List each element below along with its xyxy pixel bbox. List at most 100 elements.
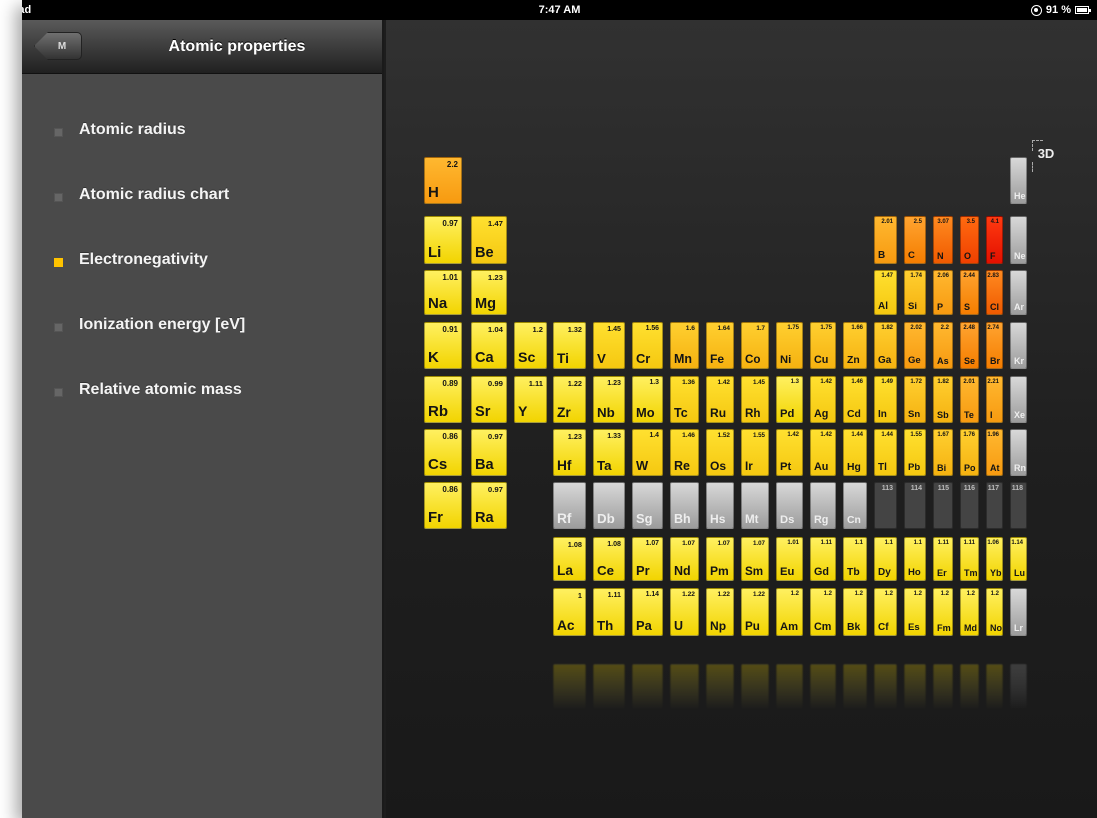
element-cell-114[interactable]: 114 bbox=[904, 482, 926, 529]
element-cell-ra[interactable]: 0.97 Ra bbox=[471, 482, 507, 529]
element-cell-tm[interactable]: 1.11 Tm bbox=[960, 537, 979, 581]
element-cell-v[interactable]: 1.45 V bbox=[593, 322, 625, 369]
element-cell-ru[interactable]: 1.42 Ru bbox=[706, 376, 734, 423]
element-cell-zr[interactable]: 1.22 Zr bbox=[553, 376, 586, 423]
element-cell-sg[interactable]: Sg bbox=[632, 482, 663, 529]
element-cell-kr[interactable]: Kr bbox=[1010, 322, 1027, 369]
element-cell-co[interactable]: 1.7 Co bbox=[741, 322, 769, 369]
element-cell-cf[interactable]: 1.2 Cf bbox=[874, 588, 897, 636]
element-cell-al[interactable]: 1.47 Al bbox=[874, 270, 897, 315]
element-cell-nb[interactable]: 1.23 Nb bbox=[593, 376, 625, 423]
element-cell-md[interactable]: 1.2 Md bbox=[960, 588, 979, 636]
element-cell-be[interactable]: 1.47 Be bbox=[471, 216, 507, 264]
element-cell-se[interactable]: 2.48 Se bbox=[960, 322, 979, 369]
element-cell-si[interactable]: 1.74 Si bbox=[904, 270, 926, 315]
element-cell-as[interactable]: 2.2 As bbox=[933, 322, 953, 369]
element-cell-bi[interactable]: 1.67 Bi bbox=[933, 429, 953, 476]
element-cell-o[interactable]: 3.5 O bbox=[960, 216, 979, 264]
element-cell-tb[interactable]: 1.1 Tb bbox=[843, 537, 867, 581]
element-cell-np[interactable]: 1.22 Np bbox=[706, 588, 734, 636]
element-cell-ir[interactable]: 1.55 Ir bbox=[741, 429, 769, 476]
element-cell-ac[interactable]: 1 Ac bbox=[553, 588, 586, 636]
element-cell-at[interactable]: 1.96 At bbox=[986, 429, 1003, 476]
element-cell-ba[interactable]: 0.97 Ba bbox=[471, 429, 507, 476]
element-cell-rg[interactable]: Rg bbox=[810, 482, 836, 529]
element-cell-hg[interactable]: 1.44 Hg bbox=[843, 429, 867, 476]
element-cell-116[interactable]: 116 bbox=[960, 482, 979, 529]
element-cell-ag[interactable]: 1.42 Ag bbox=[810, 376, 836, 423]
element-cell-xe[interactable]: Xe bbox=[1010, 376, 1027, 423]
element-cell-in[interactable]: 1.49 In bbox=[874, 376, 897, 423]
element-cell-fm[interactable]: 1.2 Fm bbox=[933, 588, 953, 636]
element-cell-lu[interactable]: 1.14 Lu bbox=[1010, 537, 1027, 581]
element-cell-cu[interactable]: 1.75 Cu bbox=[810, 322, 836, 369]
element-cell-ca[interactable]: 1.04 Ca bbox=[471, 322, 507, 369]
element-cell-115[interactable]: 115 bbox=[933, 482, 953, 529]
element-cell-lr[interactable]: Lr bbox=[1010, 588, 1027, 636]
back-button[interactable]: M bbox=[34, 32, 82, 60]
property-item-electronegativity[interactable]: Electronegativity bbox=[22, 248, 382, 313]
element-cell-cm[interactable]: 1.2 Cm bbox=[810, 588, 836, 636]
element-cell-pd[interactable]: 1.3 Pd bbox=[776, 376, 803, 423]
element-cell-eu[interactable]: 1.01 Eu bbox=[776, 537, 803, 581]
property-item-atomic-radius[interactable]: Atomic radius bbox=[22, 118, 382, 183]
element-cell-h[interactable]: 2.2 H bbox=[424, 157, 462, 204]
element-cell-k[interactable]: 0.91 K bbox=[424, 322, 462, 369]
element-cell-mt[interactable]: Mt bbox=[741, 482, 769, 529]
element-cell-sr[interactable]: 0.99 Sr bbox=[471, 376, 507, 423]
element-cell-sm[interactable]: 1.07 Sm bbox=[741, 537, 769, 581]
element-cell-ni[interactable]: 1.75 Ni bbox=[776, 322, 803, 369]
element-cell-ar[interactable]: Ar bbox=[1010, 270, 1027, 315]
element-cell-ho[interactable]: 1.1 Ho bbox=[904, 537, 926, 581]
element-cell-sc[interactable]: 1.2 Sc bbox=[514, 322, 547, 369]
element-cell-113[interactable]: 113 bbox=[874, 482, 897, 529]
element-cell-am[interactable]: 1.2 Am bbox=[776, 588, 803, 636]
element-cell-es[interactable]: 1.2 Es bbox=[904, 588, 926, 636]
element-cell-br[interactable]: 2.74 Br bbox=[986, 322, 1003, 369]
element-cell-pa[interactable]: 1.14 Pa bbox=[632, 588, 663, 636]
element-cell-au[interactable]: 1.42 Au bbox=[810, 429, 836, 476]
element-cell-th[interactable]: 1.11 Th bbox=[593, 588, 625, 636]
element-cell-y[interactable]: 1.11 Y bbox=[514, 376, 547, 423]
element-cell-zn[interactable]: 1.66 Zn bbox=[843, 322, 867, 369]
element-cell-p[interactable]: 2.06 P bbox=[933, 270, 953, 315]
element-cell-re[interactable]: 1.46 Re bbox=[670, 429, 699, 476]
property-item-relative-atomic-mass[interactable]: Relative atomic mass bbox=[22, 378, 382, 443]
element-cell-ta[interactable]: 1.33 Ta bbox=[593, 429, 625, 476]
element-cell-te[interactable]: 2.01 Te bbox=[960, 376, 979, 423]
element-cell-cr[interactable]: 1.56 Cr bbox=[632, 322, 663, 369]
3d-toggle-button[interactable]: 3D bbox=[1028, 130, 1064, 176]
element-cell-rf[interactable]: Rf bbox=[553, 482, 586, 529]
element-cell-c[interactable]: 2.5 C bbox=[904, 216, 926, 264]
element-cell-cd[interactable]: 1.46 Cd bbox=[843, 376, 867, 423]
element-cell-b[interactable]: 2.01 B bbox=[874, 216, 897, 264]
element-cell-ne[interactable]: Ne bbox=[1010, 216, 1027, 264]
element-cell-tl[interactable]: 1.44 Tl bbox=[874, 429, 897, 476]
element-cell-rn[interactable]: Rn bbox=[1010, 429, 1027, 476]
element-cell-pu[interactable]: 1.22 Pu bbox=[741, 588, 769, 636]
element-cell-os[interactable]: 1.52 Os bbox=[706, 429, 734, 476]
element-cell-bk[interactable]: 1.2 Bk bbox=[843, 588, 867, 636]
element-cell-li[interactable]: 0.97 Li bbox=[424, 216, 462, 264]
element-cell-n[interactable]: 3.07 N bbox=[933, 216, 953, 264]
element-cell-fr[interactable]: 0.86 Fr bbox=[424, 482, 462, 529]
element-cell-bh[interactable]: Bh bbox=[670, 482, 699, 529]
element-cell-yb[interactable]: 1.06 Yb bbox=[986, 537, 1003, 581]
element-cell-hs[interactable]: Hs bbox=[706, 482, 734, 529]
element-cell-sn[interactable]: 1.72 Sn bbox=[904, 376, 926, 423]
element-cell-he[interactable]: He bbox=[1010, 157, 1027, 204]
element-cell-s[interactable]: 2.44 S bbox=[960, 270, 979, 315]
element-cell-f[interactable]: 4.1 F bbox=[986, 216, 1003, 264]
element-cell-pb[interactable]: 1.55 Pb bbox=[904, 429, 926, 476]
element-cell-rb[interactable]: 0.89 Rb bbox=[424, 376, 462, 423]
element-cell-ds[interactable]: Ds bbox=[776, 482, 803, 529]
element-cell-er[interactable]: 1.11 Er bbox=[933, 537, 953, 581]
element-cell-rh[interactable]: 1.45 Rh bbox=[741, 376, 769, 423]
element-cell-po[interactable]: 1.76 Po bbox=[960, 429, 979, 476]
element-cell-w[interactable]: 1.4 W bbox=[632, 429, 663, 476]
element-cell-pr[interactable]: 1.07 Pr bbox=[632, 537, 663, 581]
element-cell-ti[interactable]: 1.32 Ti bbox=[553, 322, 586, 369]
element-cell-db[interactable]: Db bbox=[593, 482, 625, 529]
element-cell-fe[interactable]: 1.64 Fe bbox=[706, 322, 734, 369]
element-cell-117[interactable]: 117 bbox=[986, 482, 1003, 529]
